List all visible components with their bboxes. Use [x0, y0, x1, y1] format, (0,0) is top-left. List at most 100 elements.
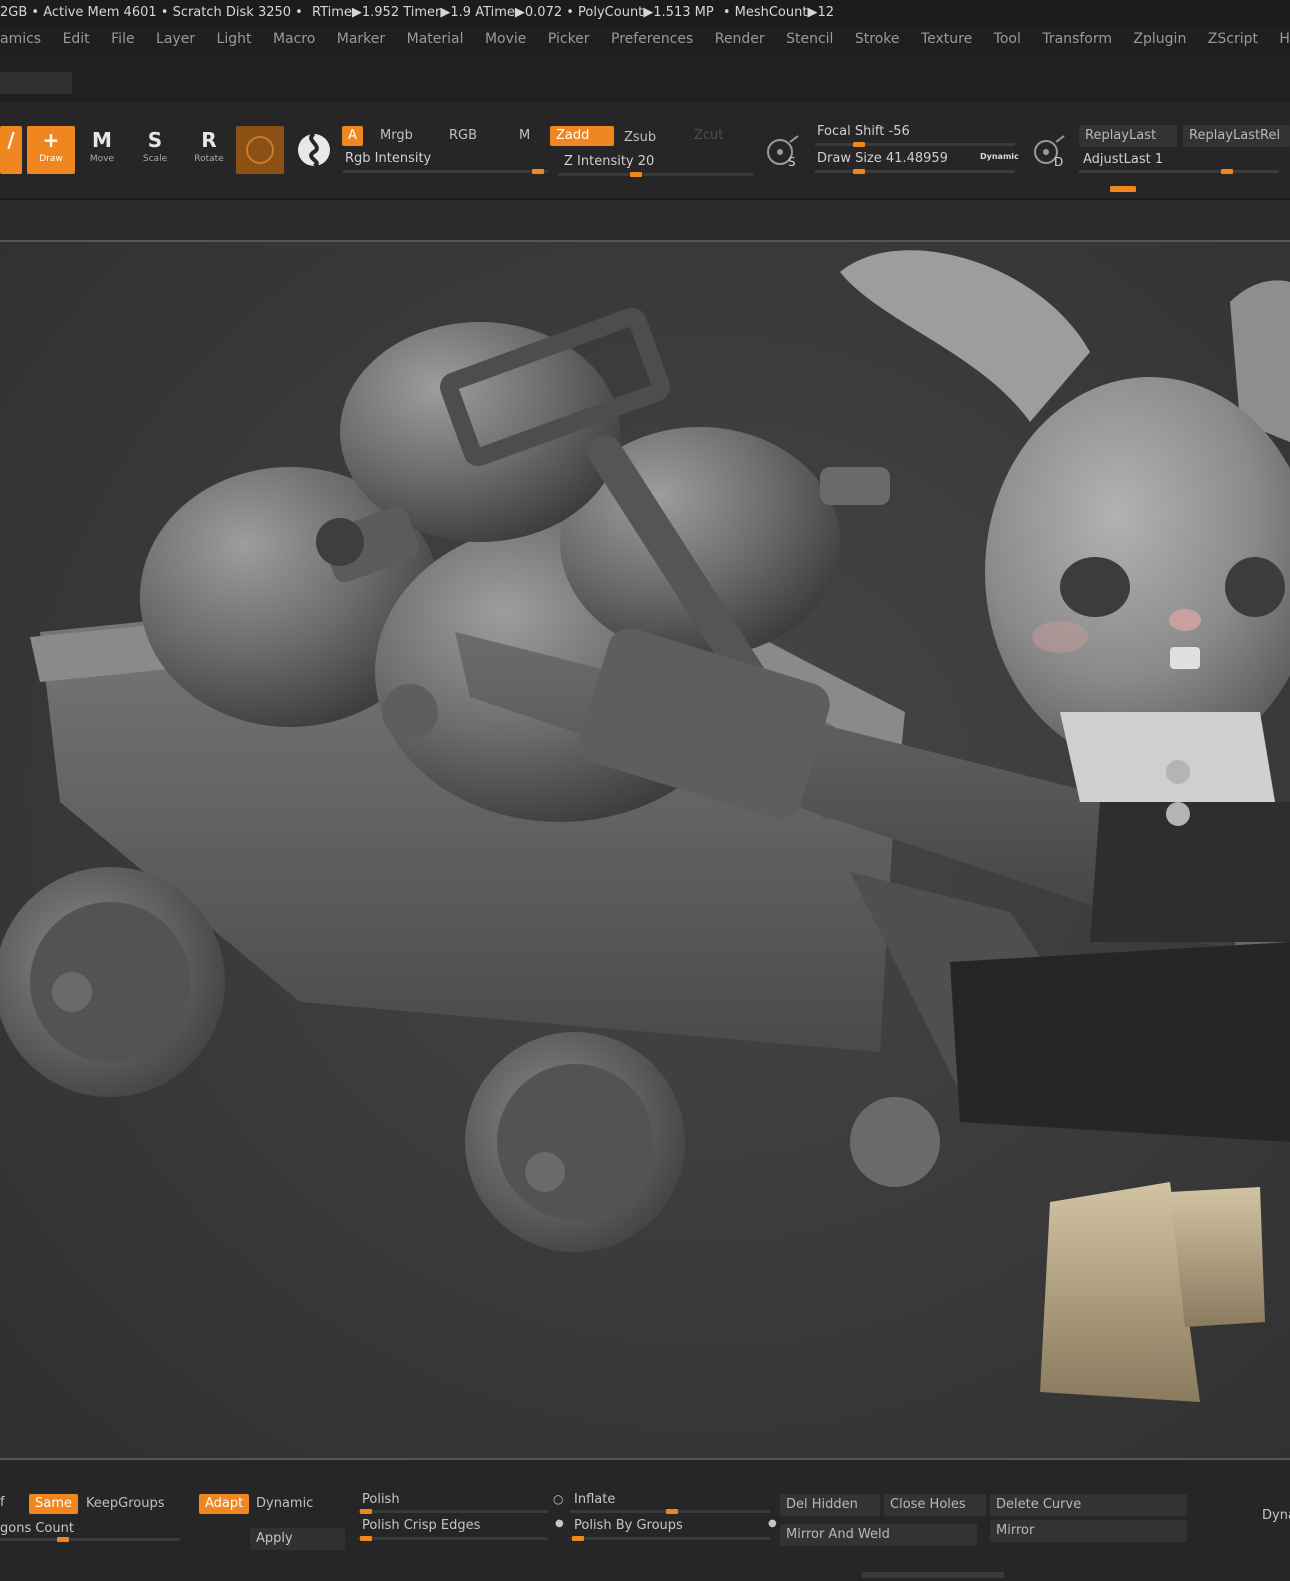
del-hidden-button[interactable]: Del Hidden	[780, 1494, 880, 1516]
menu-picker[interactable]: Picker	[548, 26, 590, 52]
z-intensity-slider[interactable]	[558, 173, 753, 176]
polish-crisp-edges-label: Polish Crisp Edges	[362, 1518, 481, 1533]
mirror-and-weld-button[interactable]: Mirror And Weld	[780, 1524, 977, 1546]
status-meshcount: • MeshCount▶12	[722, 5, 835, 20]
inflate-label: Inflate	[574, 1492, 616, 1507]
draw-size-slider[interactable]	[815, 170, 1015, 173]
menu-edit[interactable]: Edit	[63, 26, 90, 52]
rotate-label: Rotate	[194, 154, 224, 164]
menu-stencil[interactable]: Stencil	[786, 26, 833, 52]
a-toggle[interactable]: A	[342, 126, 363, 146]
menu-preferences[interactable]: Preferences	[611, 26, 693, 52]
draw-size-label: Draw Size 41.48959	[817, 151, 948, 166]
menu-stroke[interactable]: Stroke	[855, 26, 900, 52]
polish-by-groups-end-dot-icon[interactable]: ●	[768, 1518, 777, 1529]
menu-dynamics[interactable]: amics	[0, 26, 41, 52]
draw-label: Draw	[39, 154, 63, 164]
inflate-circle-icon[interactable]: ○	[553, 1492, 563, 1506]
menu-tool[interactable]: Tool	[994, 26, 1021, 52]
lazy-mouse-s-icon[interactable]: S	[762, 130, 806, 174]
polish-by-groups-dot-icon[interactable]: ●	[555, 1518, 564, 1529]
z-intensity-knob[interactable]	[630, 172, 642, 177]
polish-slider[interactable]	[358, 1510, 548, 1513]
partial-right-label: Dyna	[1262, 1508, 1290, 1523]
shelf-band	[0, 52, 1290, 102]
adjust-last-knob[interactable]	[1221, 169, 1233, 174]
menu-transform[interactable]: Transform	[1042, 26, 1112, 52]
zcut-toggle[interactable]: Zcut	[688, 126, 729, 146]
draw-button[interactable]: + Draw	[27, 126, 75, 174]
polish-label: Polish	[362, 1492, 400, 1507]
menu-render[interactable]: Render	[715, 26, 765, 52]
delete-curve-button[interactable]: Delete Curve	[990, 1494, 1187, 1516]
keep-groups-toggle[interactable]: KeepGroups	[80, 1494, 170, 1514]
polish-by-groups-slider[interactable]	[570, 1537, 770, 1540]
draw-size-knob[interactable]	[853, 169, 865, 174]
dynamic-toggle-bottom[interactable]: Dynamic	[250, 1494, 319, 1514]
canvas-viewport[interactable]	[0, 242, 1290, 1458]
focal-shift-label: Focal Shift -56	[817, 124, 910, 139]
edit-button[interactable]: /	[0, 126, 22, 174]
rgb-intensity-slider[interactable]	[343, 170, 548, 173]
mrgb-toggle[interactable]: Mrgb	[374, 126, 419, 146]
polish-knob[interactable]	[360, 1509, 372, 1514]
zadd-toggle[interactable]: Zadd	[550, 126, 614, 146]
move-button[interactable]: M Move	[78, 126, 126, 174]
menu-macro[interactable]: Macro	[273, 26, 315, 52]
scale-icon: S	[147, 128, 163, 152]
polygons-count-slider[interactable]	[0, 1538, 180, 1541]
brush-alpha-icon	[298, 132, 330, 168]
close-holes-button[interactable]: Close Holes	[884, 1494, 986, 1516]
material-button[interactable]	[236, 126, 284, 174]
focal-shift-slider[interactable]	[815, 143, 1015, 146]
scale-button[interactable]: S Scale	[131, 126, 179, 174]
menu-help[interactable]: Help	[1279, 26, 1290, 52]
menu-marker[interactable]: Marker	[337, 26, 385, 52]
m-toggle[interactable]: M	[513, 126, 536, 146]
rotate-button[interactable]: R Rotate	[185, 126, 233, 174]
menu-material[interactable]: Material	[407, 26, 464, 52]
menu-bar: amics Edit File Layer Light Macro Marker…	[0, 26, 1290, 52]
status-bar: 2GB • Active Mem 4601 • Scratch Disk 325…	[0, 0, 1290, 26]
alpha-button[interactable]	[290, 126, 338, 174]
adjust-last-slider[interactable]	[1079, 170, 1279, 173]
adapt-toggle[interactable]: Adapt	[199, 1494, 250, 1514]
polish-crisp-edges-knob[interactable]	[360, 1536, 372, 1541]
menu-movie[interactable]: Movie	[485, 26, 526, 52]
apply-button[interactable]: Apply	[250, 1528, 345, 1550]
polish-crisp-edges-slider[interactable]	[358, 1537, 548, 1540]
menu-layer[interactable]: Layer	[156, 26, 195, 52]
draw-icon: +	[42, 128, 60, 152]
polygons-count-knob[interactable]	[57, 1537, 69, 1542]
rotate-icon: R	[201, 128, 217, 152]
rgb-intensity-knob[interactable]	[532, 169, 544, 174]
polish-by-groups-label: Polish By Groups	[574, 1518, 683, 1533]
polygons-count-label: gons Count	[0, 1521, 74, 1536]
focal-shift-knob[interactable]	[853, 142, 865, 147]
rgb-toggle[interactable]: RGB	[443, 126, 483, 146]
rgb-intensity-label: Rgb Intensity	[345, 151, 432, 166]
partial-left-label: f	[0, 1495, 5, 1510]
replay-last-button[interactable]: ReplayLast	[1079, 125, 1177, 147]
status-timing: RTime▶1.952 Timer▶1.9 ATime▶0.072 • Poly…	[311, 5, 714, 20]
menu-file[interactable]: File	[111, 26, 134, 52]
zsub-toggle[interactable]: Zsub	[618, 128, 662, 148]
replay-last-rel-button[interactable]: ReplayLastRel	[1183, 125, 1290, 147]
apply-label: Apply	[256, 1531, 293, 1546]
menu-light[interactable]: Light	[217, 26, 252, 52]
polish-by-groups-knob[interactable]	[572, 1536, 584, 1541]
same-toggle[interactable]: Same	[29, 1494, 78, 1514]
lazy-mouse-d-icon[interactable]: D	[1030, 130, 1074, 174]
menu-zscript[interactable]: ZScript	[1208, 26, 1258, 52]
quicksave-field[interactable]	[0, 72, 72, 94]
menu-texture[interactable]: Texture	[921, 26, 972, 52]
bottom-tool-panel: f Same KeepGroups Adapt Dynamic gons Cou…	[0, 1460, 1290, 1581]
mirror-button[interactable]: Mirror	[990, 1520, 1187, 1542]
tray-handle[interactable]	[862, 1572, 1004, 1578]
menu-zplugin[interactable]: Zplugin	[1133, 26, 1186, 52]
lazy-s-letter: S	[788, 155, 796, 169]
top-toolbar: / + Draw M Move S Scale R Rotate A Mrgb …	[0, 102, 1290, 200]
inflate-knob[interactable]	[666, 1509, 678, 1514]
dynamic-toggle[interactable]: Dynamic	[980, 152, 1019, 161]
z-intensity-label: Z Intensity 20	[564, 154, 655, 169]
